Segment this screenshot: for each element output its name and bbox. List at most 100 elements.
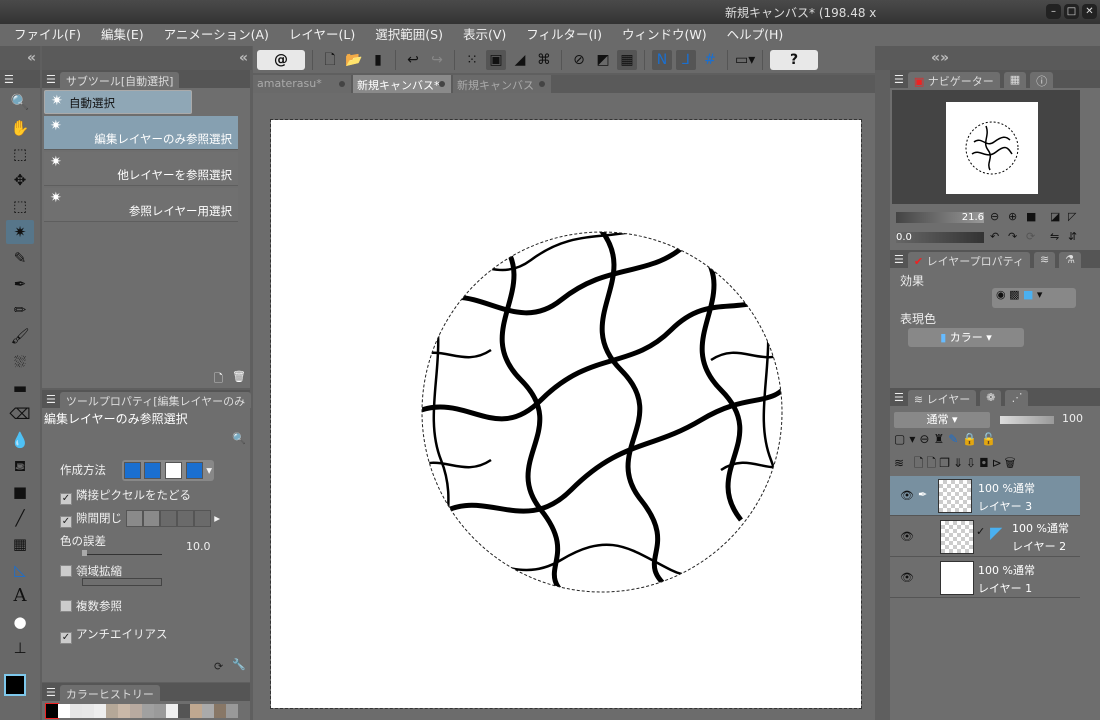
rotate-right-icon[interactable]: ↷ [1008, 230, 1017, 243]
close-tab-icon[interactable] [339, 81, 345, 87]
color-swatch[interactable] [82, 704, 94, 718]
eye-icon[interactable]: 👁 [900, 571, 914, 584]
antialias-checkbox[interactable]: ✓ [60, 632, 72, 644]
help-button[interactable]: ? [770, 49, 818, 70]
color-swatch[interactable] [154, 704, 166, 718]
close-tab-icon[interactable] [539, 81, 545, 87]
add-selection-icon[interactable] [144, 462, 162, 479]
eyedropper-tool-icon[interactable]: ✎ [6, 246, 34, 270]
color-swatch[interactable] [190, 704, 202, 718]
menu-icon[interactable]: ☰ [894, 73, 904, 86]
menu-icon[interactable]: ☰ [4, 73, 14, 86]
flip-horizontal-icon[interactable]: ⇋ [1050, 230, 1059, 243]
close-button[interactable]: ✕ [1082, 4, 1097, 19]
menu-view[interactable]: 表示(V) [463, 24, 506, 46]
pen-tool-icon[interactable]: ✒ [6, 272, 34, 296]
expand-checkbox[interactable] [60, 565, 72, 577]
apply-mask-icon[interactable]: ⊳ [992, 456, 1005, 470]
color-swatch[interactable] [226, 704, 238, 718]
gap-level-5[interactable] [193, 510, 211, 527]
color-swatch[interactable] [130, 704, 142, 718]
text-tool-icon[interactable]: A [6, 584, 34, 608]
fill-icon[interactable]: ◢ [510, 50, 530, 70]
frame-dropdown-icon[interactable]: ▭▾ [735, 50, 755, 70]
airbrush-tool-icon[interactable]: ⛆ [6, 350, 34, 374]
clip-icon[interactable]: ⊖ [919, 432, 933, 446]
hand-tool-icon[interactable]: ✋ [6, 116, 34, 140]
fill-tool-icon[interactable]: ⛾ [6, 454, 34, 478]
undo-icon[interactable]: ↩ [403, 50, 423, 70]
opacity-value[interactable]: 100 [1062, 412, 1083, 425]
menu-edit[interactable]: 編集(E) [101, 24, 144, 46]
menu-icon[interactable]: ☰ [46, 686, 56, 699]
navigator-tab[interactable]: ▣ ナビゲーター [907, 72, 1000, 88]
color-swatch[interactable] [58, 704, 70, 718]
new-subtool-icon[interactable]: 🗋 [214, 370, 223, 389]
clear-outside-icon[interactable]: ▣ [486, 49, 506, 70]
auto-select-tool-icon[interactable]: ✷ [6, 220, 34, 244]
zoom-slider[interactable]: 21.6 [896, 212, 984, 223]
layer-row-2[interactable]: 👁 ✓ ◤ 100 %通常 レイヤー 2 [890, 517, 1080, 557]
open-folder-icon[interactable]: 📂 [344, 50, 364, 70]
brush-tool-icon[interactable]: 🖌 [6, 324, 34, 348]
ruler-tool-icon[interactable]: ◺ [6, 558, 34, 582]
menu-icon[interactable]: ☰ [894, 391, 904, 404]
sub-view-tab[interactable]: ▦ [1003, 72, 1027, 88]
color-swatch[interactable] [94, 704, 106, 718]
correct-line-tool-icon[interactable]: ⊥ [6, 636, 34, 660]
eye-icon[interactable]: 👁 [900, 530, 914, 543]
tab-amaterasu[interactable]: amaterasu* [253, 75, 351, 93]
color-swatch[interactable] [178, 704, 190, 718]
expand-slider[interactable] [82, 578, 162, 586]
gap-level-2[interactable] [142, 510, 160, 527]
color-swatch[interactable] [45, 703, 59, 719]
minimize-button[interactable]: – [1046, 4, 1061, 19]
menu-icon[interactable]: ☰ [46, 73, 56, 86]
subtool-tab[interactable]: サブツール[自動選択] [59, 72, 180, 88]
rotate-left-icon[interactable]: ↶ [990, 230, 999, 243]
canvas[interactable] [270, 119, 862, 709]
expand-row[interactable]: 領域拡縮 [60, 563, 122, 579]
operation-tool-icon[interactable]: ⬚ [6, 142, 34, 166]
collapse-left-icon[interactable]: « [0, 46, 40, 70]
new-raster-layer-icon[interactable]: 🗋 [914, 456, 927, 470]
zoom-tool-icon[interactable]: 🔍 [6, 90, 34, 114]
gradient-tool-icon[interactable]: ■ [6, 480, 34, 504]
color-swatch[interactable] [202, 704, 214, 718]
merge-down-icon[interactable]: ⇩ [966, 456, 979, 470]
follow-adjacent-row[interactable]: ✓ 隣接ピクセルをたどる [60, 487, 191, 505]
new-vector-layer-icon[interactable]: 🗋 [927, 456, 940, 470]
color-tolerance-value[interactable]: 10.0 [186, 540, 211, 553]
draft-icon[interactable]: ✎ [948, 432, 962, 446]
history-tab[interactable]: ⋰ [1005, 390, 1029, 406]
multi-ref-row[interactable]: 複数参照 [60, 598, 122, 614]
subtract-selection-icon[interactable] [164, 462, 182, 479]
delete-layer-icon[interactable]: 🗑 [1005, 456, 1019, 470]
tool-property-tab[interactable]: ツールプロパティ[編集レイヤーのみ [59, 392, 252, 408]
tab-new-canvas[interactable]: 新規キャンバス [453, 75, 551, 93]
new-file-icon[interactable]: 🗋 [320, 50, 340, 70]
maximize-button[interactable]: □ [1064, 4, 1079, 19]
decoration-tool-icon[interactable]: ▬ [6, 376, 34, 400]
invert-selection-icon[interactable]: ◩ [593, 50, 613, 70]
animation-tab[interactable]: ❁ [980, 390, 1002, 406]
clear-icon[interactable]: ⁙ [462, 50, 482, 70]
material-tab[interactable]: ⚗ [1059, 252, 1082, 268]
expression-color-dropdown[interactable]: ▮ カラー ▾ [908, 328, 1024, 347]
gap-level-1[interactable] [125, 510, 143, 527]
color-swatch[interactable] [166, 704, 178, 718]
save-icon[interactable]: ▮ [368, 50, 388, 70]
menu-selection[interactable]: 選択範囲(S) [375, 24, 443, 46]
zoom-in-icon[interactable]: ⊕ [1008, 210, 1017, 223]
new-folder-icon[interactable]: ❐ [939, 456, 953, 470]
delete-subtool-icon[interactable]: 🗑 [232, 370, 246, 383]
fit-window-icon[interactable]: ◪ [1050, 210, 1060, 223]
figure-tool-icon[interactable]: ╱ [6, 506, 34, 530]
close-gap-row[interactable]: ✓ 隙間閉じ ▸ [60, 510, 220, 528]
tab-new-canvas-active[interactable]: 新規キャンバス* [353, 75, 451, 93]
lock-transparency-icon[interactable]: 🔓 [981, 432, 1000, 446]
search-icon[interactable]: 🔍 [232, 432, 246, 445]
rotation-slider[interactable]: 0.0 [896, 232, 984, 243]
fit-icon[interactable]: ■ [1026, 210, 1036, 223]
menu-window[interactable]: ウィンドウ(W) [622, 24, 707, 46]
